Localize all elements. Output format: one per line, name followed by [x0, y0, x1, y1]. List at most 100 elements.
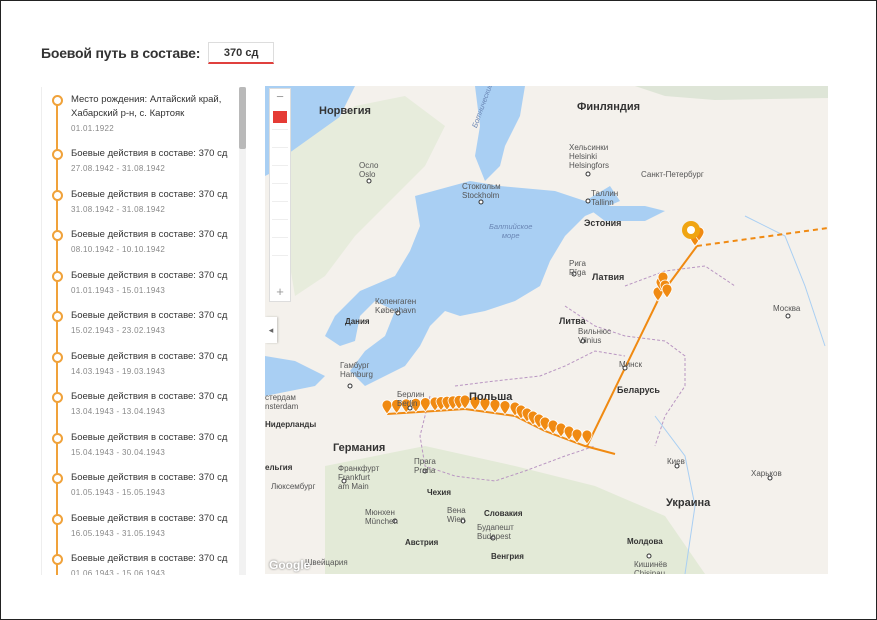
timeline-dot-icon [52, 432, 63, 444]
label-oslo: Осло Oslo [359, 161, 379, 179]
timeline-dot-icon [52, 230, 63, 241]
timeline-item-title: Боевые действия в составе: 370 сд [71, 472, 228, 483]
route-pin-icon[interactable] [381, 399, 393, 415]
timeline-item-date: 15.04.1943 - 30.04.1943 [71, 447, 166, 457]
timeline-dot-icon [52, 554, 63, 565]
timeline-dot-icon [52, 149, 63, 160]
label-copenhagen: Копенгаген København [375, 297, 417, 315]
label-austria: Австрия [405, 538, 439, 547]
label-kyiv: Киев [667, 457, 685, 466]
label-ukraine: Украина [666, 497, 711, 509]
collapse-panel-button[interactable]: ◂ [265, 317, 277, 343]
label-spb: Санкт-Петербург [641, 170, 704, 179]
header-label: Боевой путь в составе: [41, 45, 201, 61]
label-denmark: Дания [345, 317, 370, 326]
timeline-scrollbar[interactable] [239, 87, 246, 575]
label-berlin: Берлин Berlin [397, 390, 425, 408]
timeline-dot-icon [52, 473, 63, 484]
label-tallinn: Таллин Tallinn [591, 189, 619, 207]
route-pin-icon[interactable] [661, 283, 673, 299]
scroll-thumb[interactable] [239, 87, 246, 149]
label-stockholm: Стокгольм Stockholm [462, 182, 501, 200]
timeline-dot-icon [52, 351, 63, 363]
label-finland: Финляндия [577, 101, 641, 113]
label-belarus: Беларусь [617, 385, 660, 395]
zoom-step[interactable] [272, 201, 288, 218]
label-helsinki: Хельсинки Helsinki Helsingfors [569, 143, 610, 170]
label-frankfurt: Франкфурт Frankfurt am Main [338, 464, 380, 491]
label-belgium: ельгия [265, 463, 293, 472]
timeline-item-title: Место рождения: Алтайский край, Хабарски… [71, 94, 222, 119]
zoom-step[interactable] [272, 219, 288, 236]
timeline-item-date: 01.01.1922 [71, 124, 115, 133]
label-vienna: Вена Wien [447, 506, 466, 524]
timeline-item-title: Боевые действия в составе: 370 сд [71, 431, 228, 443]
route-pin-icon[interactable] [581, 429, 593, 445]
timeline-item-title: Боевые действия в составе: 370 сд [71, 188, 228, 200]
label-poland: Польша [469, 391, 513, 403]
timeline-item-date: 16.05.1943 - 31.05.1943 [71, 528, 166, 538]
label-luxembourg: Люксембург [271, 482, 316, 491]
label-baltic-sea: Балтийское море [489, 222, 533, 240]
zoom-step[interactable] [272, 255, 288, 272]
label-netherlands: Нидерланды [265, 420, 317, 429]
timeline-item-date: 27.08.1942 - 31.08.1942 [71, 164, 166, 173]
label-minsk: Минск [619, 360, 643, 369]
zoom-step[interactable] [272, 183, 288, 200]
timeline-dot-icon [52, 513, 63, 525]
timeline-item-date: 13.04.1943 - 13.04.1943 [71, 407, 166, 416]
label-czech: Чехия [427, 488, 451, 497]
timeline-item-date: 15.02.1943 - 23.02.1943 [71, 326, 166, 335]
label-hamburg: Гамбург Hamburg [340, 361, 373, 379]
label-moscow: Москва [773, 304, 801, 313]
timeline-dot-icon [52, 392, 63, 403]
zoom-step[interactable] [272, 165, 288, 182]
label-lithuania: Литва [559, 316, 586, 326]
timeline-item-date: 01.06.1943 - 15.06.1943 [71, 569, 166, 575]
zoom-level-active[interactable] [273, 111, 287, 123]
label-riga: Рига Rīga [569, 259, 586, 277]
timeline-item-title: Боевые действия в составе: 370 сд [71, 269, 228, 281]
label-estonia: Эстония [584, 218, 622, 228]
unit-select[interactable]: 370 сд [208, 42, 275, 64]
header: Боевой путь в составе: 370 сд [41, 42, 275, 64]
label-norway: Норвегия [319, 105, 371, 117]
timeline-dot-icon [52, 270, 63, 282]
map-canvas [265, 86, 828, 574]
zoom-in-button[interactable]: + [270, 284, 290, 300]
zoom-step[interactable] [272, 147, 288, 164]
zoom-step[interactable] [272, 237, 288, 254]
timeline-item-date: 31.08.1942 - 31.08.1942 [71, 204, 166, 214]
zoom-out-button[interactable]: − [270, 89, 290, 105]
timeline-item-date: 14.03.1943 - 19.03.1943 [71, 366, 166, 376]
timeline-item-title: Боевые действия в составе: 370 сд [71, 229, 228, 240]
label-amsterdam: стердам nsterdam [265, 393, 299, 411]
label-hungary: Венгрия [491, 552, 524, 561]
zoom-step[interactable] [272, 129, 288, 146]
timeline-item-title: Боевые действия в составе: 370 сд [71, 148, 228, 159]
label-kharkiv: Харьков [751, 469, 782, 478]
timeline-item-title: Боевые действия в составе: 370 сд [71, 553, 228, 564]
timeline-dot-icon [52, 189, 63, 201]
label-chisinau: Кишинёв Chisinau [634, 560, 668, 574]
timeline-item-title: Боевые действия в составе: 370 сд [71, 512, 228, 524]
label-prague: Прага Praha [414, 457, 436, 475]
label-moldova: Молдова [627, 537, 663, 546]
label-switzerland: Швейцария [305, 558, 348, 567]
timeline-item-date: 01.01.1943 - 15.01.1943 [71, 285, 166, 295]
map[interactable]: Норвегия Финляндия Эстония Латвия Литва … [265, 86, 828, 574]
google-logo: Google [269, 558, 311, 572]
label-vilnius: Вильнюс Vilnius [578, 327, 612, 345]
timeline-item-title: Боевые действия в составе: 370 сд [71, 350, 228, 362]
label-budapest: Будапешт Budapest [477, 523, 514, 541]
timeline-line [56, 97, 58, 575]
label-munich: Мюнхен München [365, 508, 398, 526]
timeline-item-title: Боевые действия в составе: 370 сд [71, 310, 228, 321]
timeline-dot-icon [52, 311, 63, 322]
timeline-item-date: 08.10.1942 - 10.10.1942 [71, 245, 166, 254]
label-slovakia: Словакия [484, 509, 523, 518]
timeline-item-date: 01.05.1943 - 15.05.1943 [71, 488, 166, 497]
label-germany: Германия [333, 442, 386, 454]
timeline-list: Место рождения: Алтайский край, Хабарски… [41, 87, 247, 575]
timeline-item-title: Боевые действия в составе: 370 сд [71, 391, 228, 402]
